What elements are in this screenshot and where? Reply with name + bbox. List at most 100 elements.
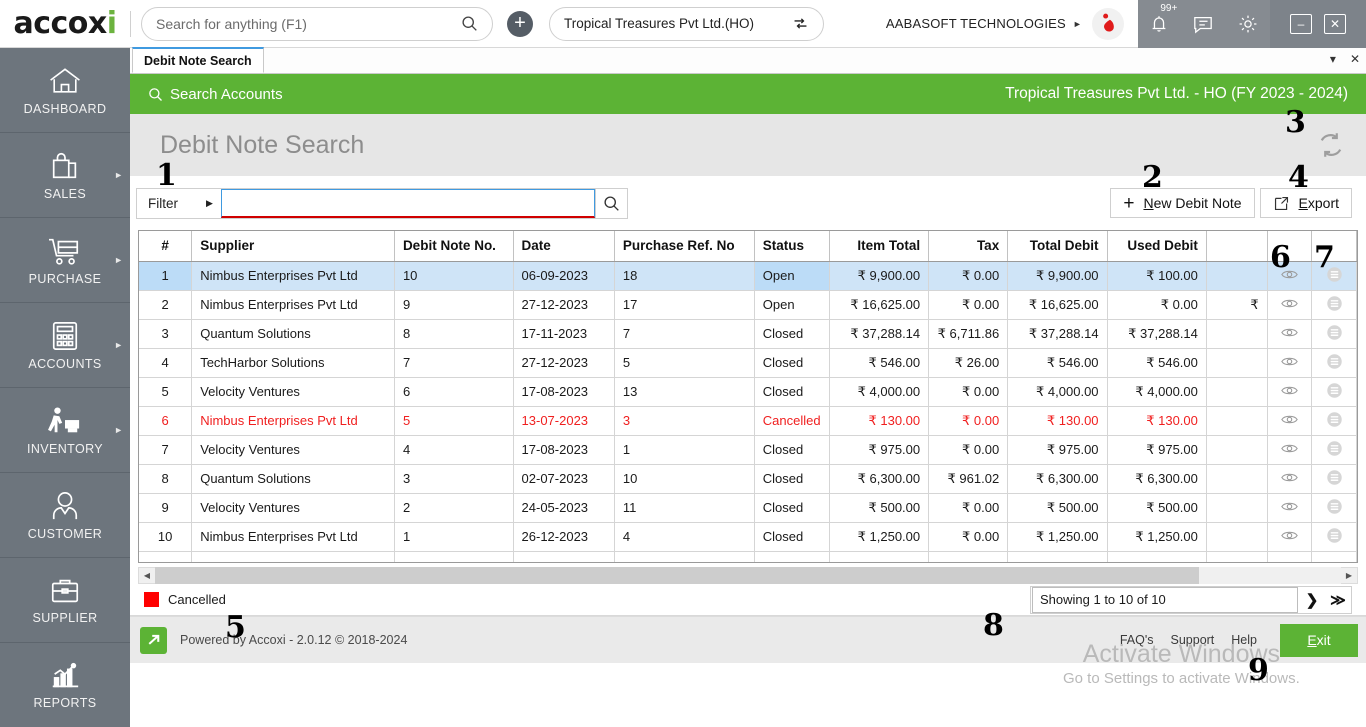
tab-list-dropdown-icon[interactable]: ▾ [1330,52,1336,66]
cell-view[interactable] [1267,319,1312,348]
view-icon[interactable] [1281,355,1298,368]
minimize-button[interactable]: – [1290,14,1312,34]
sidebar-item-reports[interactable]: REPORTS [0,643,130,727]
cell-menu[interactable] [1312,261,1357,290]
col-item-total[interactable]: Item Total [829,231,928,261]
sidebar-item-accounts[interactable]: ACCOUNTS ► [0,303,130,388]
add-new-button[interactable]: + [507,11,533,37]
cell-view[interactable] [1267,522,1312,551]
cell-view[interactable] [1267,493,1312,522]
company-selector[interactable]: Tropical Treasures Pvt Ltd.(HO) [549,7,824,41]
table-row[interactable]: 4TechHarbor Solutions727-12-20235Closed₹… [139,348,1357,377]
scroll-left-arrow-icon[interactable]: ◀ [139,571,155,580]
col-balance[interactable] [1206,231,1267,261]
row-menu-icon[interactable] [1326,382,1343,399]
col-tax[interactable]: Tax [929,231,1008,261]
export-button[interactable]: Export [1260,188,1352,218]
row-menu-icon[interactable] [1326,498,1343,515]
table-row[interactable]: 8Quantum Solutions302-07-202310Closed₹ 6… [139,464,1357,493]
row-menu-icon[interactable] [1326,295,1343,312]
cell-menu[interactable] [1312,464,1357,493]
view-icon[interactable] [1281,268,1298,281]
scrollbar-thumb[interactable] [155,567,1199,584]
exit-button[interactable]: Exit [1280,624,1358,657]
horizontal-scrollbar[interactable]: ◀ ▶ [138,567,1358,584]
support-link[interactable]: Support [1171,633,1215,647]
view-icon[interactable] [1281,326,1298,339]
scrollbar-track[interactable] [155,567,1341,584]
table-row[interactable]: 7Velocity Ventures417-08-20231Closed₹ 97… [139,435,1357,464]
cell-view[interactable] [1267,435,1312,464]
help-link[interactable]: Help [1231,633,1257,647]
view-icon[interactable] [1281,500,1298,513]
global-search-box[interactable] [141,7,493,41]
sidebar-item-supplier[interactable]: SUPPLIER [0,558,130,643]
sidebar-item-purchase[interactable]: PURCHASE ► [0,218,130,303]
cell-view[interactable] [1267,261,1312,290]
switch-branch-icon[interactable] [792,15,809,32]
cell-menu[interactable] [1312,319,1357,348]
row-menu-icon[interactable] [1326,353,1343,370]
cell-menu[interactable] [1312,406,1357,435]
view-icon[interactable] [1281,442,1298,455]
last-page-button[interactable]: ≫ [1325,587,1351,613]
col-purchase-ref-no[interactable]: Purchase Ref. No [614,231,754,261]
view-icon[interactable] [1281,297,1298,310]
messages-icon[interactable] [1192,14,1214,34]
search-input[interactable] [156,16,461,32]
row-menu-icon[interactable] [1326,266,1343,283]
table-row[interactable]: 9Velocity Ventures224-05-202311Closed₹ 5… [139,493,1357,522]
row-menu-icon[interactable] [1326,469,1343,486]
table-row[interactable]: 3Quantum Solutions817-11-20237Closed₹ 37… [139,319,1357,348]
new-debit-note-button[interactable]: + New Debit Note [1110,188,1254,218]
tab-debit-note-search[interactable]: Debit Note Search [132,47,264,73]
cell-view[interactable] [1267,348,1312,377]
search-icon[interactable] [461,15,478,32]
cell-view[interactable] [1267,464,1312,493]
table-row[interactable]: 10Nimbus Enterprises Pvt Ltd126-12-20234… [139,522,1357,551]
table-row[interactable]: 2Nimbus Enterprises Pvt Ltd927-12-202317… [139,290,1357,319]
filter-dropdown[interactable]: Filter ▶ [137,189,221,218]
tab-close-icon[interactable]: ✕ [1350,52,1360,66]
close-button[interactable]: ✕ [1324,14,1346,34]
avatar[interactable] [1092,8,1124,40]
col-supplier[interactable]: Supplier [192,231,395,261]
view-icon[interactable] [1281,413,1298,426]
table-row[interactable]: 1Nimbus Enterprises Pvt Ltd1006-09-20231… [139,261,1357,290]
cell-menu[interactable] [1312,348,1357,377]
sidebar-item-inventory[interactable]: INVENTORY ► [0,388,130,473]
sidebar-item-sales[interactable]: SALES ► [0,133,130,218]
gear-icon[interactable] [1237,13,1259,35]
cell-view[interactable] [1267,377,1312,406]
sidebar-item-dashboard[interactable]: DASHBOARD [0,48,130,133]
row-menu-icon[interactable] [1326,440,1343,457]
col-debit-note-no[interactable]: Debit Note No. [394,231,513,261]
view-icon[interactable] [1281,384,1298,397]
view-icon[interactable] [1281,529,1298,542]
cell-menu[interactable] [1312,435,1357,464]
sidebar-item-customer[interactable]: CUSTOMER [0,473,130,558]
col-date[interactable]: Date [513,231,614,261]
filter-search-button[interactable] [595,189,627,218]
organization-name[interactable]: AABASOFT TECHNOLOGIES ► [886,16,1082,31]
cell-menu[interactable] [1312,522,1357,551]
next-page-button[interactable]: ❯ [1299,587,1325,613]
scroll-right-arrow-icon[interactable]: ▶ [1341,571,1357,580]
cell-view[interactable] [1267,290,1312,319]
row-menu-icon[interactable] [1326,324,1343,341]
filter-search-input[interactable] [221,189,595,218]
faq-link[interactable]: FAQ's [1120,633,1154,647]
col-index[interactable]: # [139,231,192,261]
col-status[interactable]: Status [754,231,829,261]
row-menu-icon[interactable] [1326,527,1343,544]
table-row[interactable]: 6Nimbus Enterprises Pvt Ltd513-07-20233C… [139,406,1357,435]
col-total-debit[interactable]: Total Debit [1008,231,1107,261]
search-accounts-button[interactable]: Search Accounts [148,86,283,103]
refresh-icon[interactable] [1316,130,1346,160]
row-menu-icon[interactable] [1326,411,1343,428]
notifications-icon[interactable]: 99+ [1149,13,1169,34]
cell-menu[interactable] [1312,493,1357,522]
view-icon[interactable] [1281,471,1298,484]
col-used-debit[interactable]: Used Debit [1107,231,1206,261]
table-row[interactable]: 5Velocity Ventures617-08-202313Closed₹ 4… [139,377,1357,406]
